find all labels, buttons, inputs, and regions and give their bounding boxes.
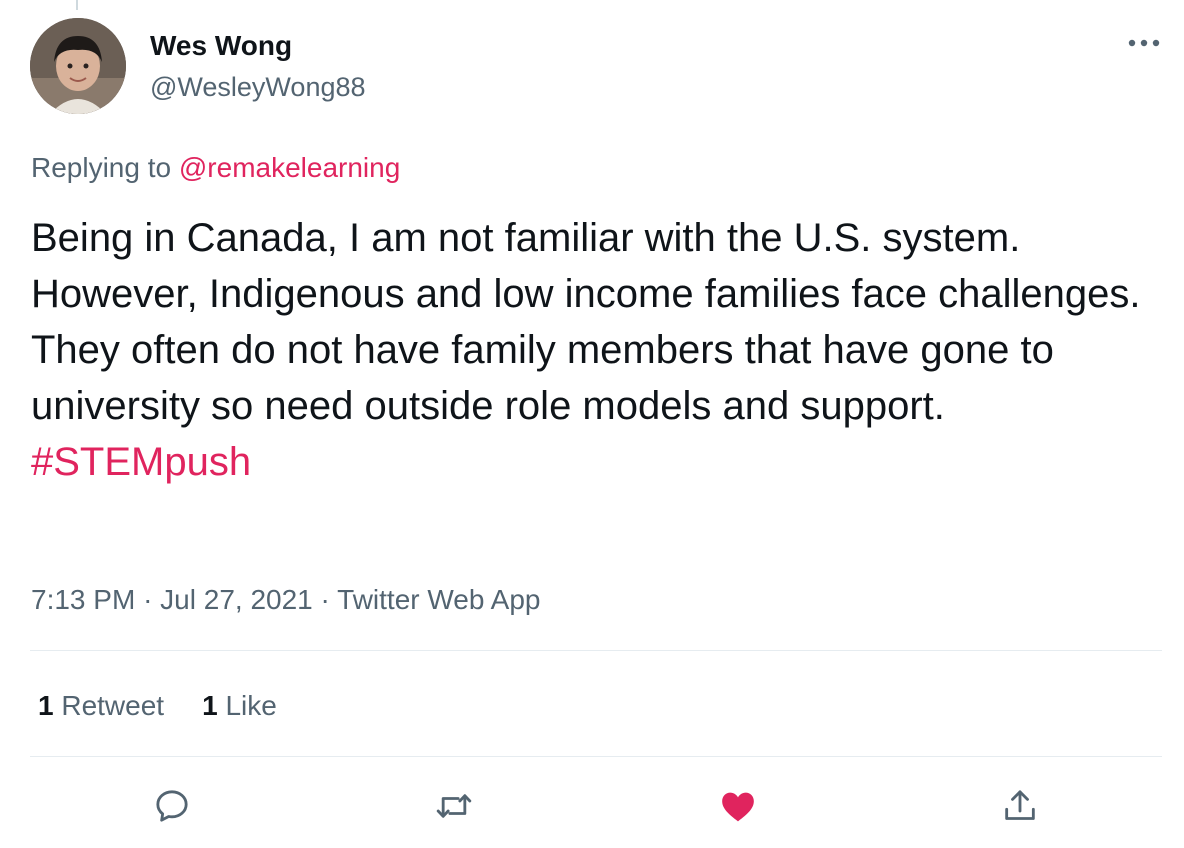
share-button[interactable]: [998, 784, 1042, 828]
tweet-date[interactable]: Jul 27, 2021: [160, 584, 313, 615]
avatar[interactable]: [30, 18, 126, 114]
retweet-number: 1: [38, 690, 54, 721]
tweet-stats: 1 Retweet 1 Like: [38, 688, 315, 724]
retweet-label: Retweet: [61, 690, 165, 721]
share-icon: [1005, 790, 1035, 820]
more-icon: [1128, 39, 1160, 47]
like-label: Like: [225, 690, 277, 721]
retweet-button[interactable]: [432, 784, 476, 828]
replying-to: Replying to @remakelearning: [31, 150, 400, 186]
reply-icon: [156, 790, 188, 822]
tweet-body: Being in Canada, I am not familiar with …: [31, 210, 1166, 490]
reply-mention-link[interactable]: @remakelearning: [179, 152, 400, 183]
tweet-text: Being in Canada, I am not familiar with …: [31, 216, 1141, 428]
heart-icon: [722, 792, 754, 822]
like-button[interactable]: [716, 784, 760, 828]
hashtag-link[interactable]: #STEMpush: [31, 434, 1166, 490]
retweet-count[interactable]: 1 Retweet: [38, 688, 164, 724]
more-button[interactable]: [1124, 28, 1164, 58]
replying-prefix: Replying to: [31, 152, 179, 183]
tweet-time[interactable]: 7:13 PM: [31, 584, 135, 615]
tweet-meta: 7:13 PM · Jul 27, 2021 · Twitter Web App: [31, 582, 541, 618]
avatar-image: [30, 18, 126, 114]
author-name[interactable]: Wes Wong: [150, 28, 292, 64]
like-count[interactable]: 1 Like: [202, 688, 277, 724]
author-handle[interactable]: @WesleyWong88: [150, 70, 366, 104]
divider-2: [30, 756, 1162, 757]
meta-separator: ·: [143, 584, 153, 615]
thread-line: [76, 0, 78, 10]
like-number: 1: [202, 690, 218, 721]
reply-button[interactable]: [150, 784, 194, 828]
divider: [30, 650, 1162, 651]
tweet-source[interactable]: Twitter Web App: [337, 584, 540, 615]
meta-separator-2: ·: [320, 584, 330, 615]
retweet-icon: [436, 794, 472, 818]
